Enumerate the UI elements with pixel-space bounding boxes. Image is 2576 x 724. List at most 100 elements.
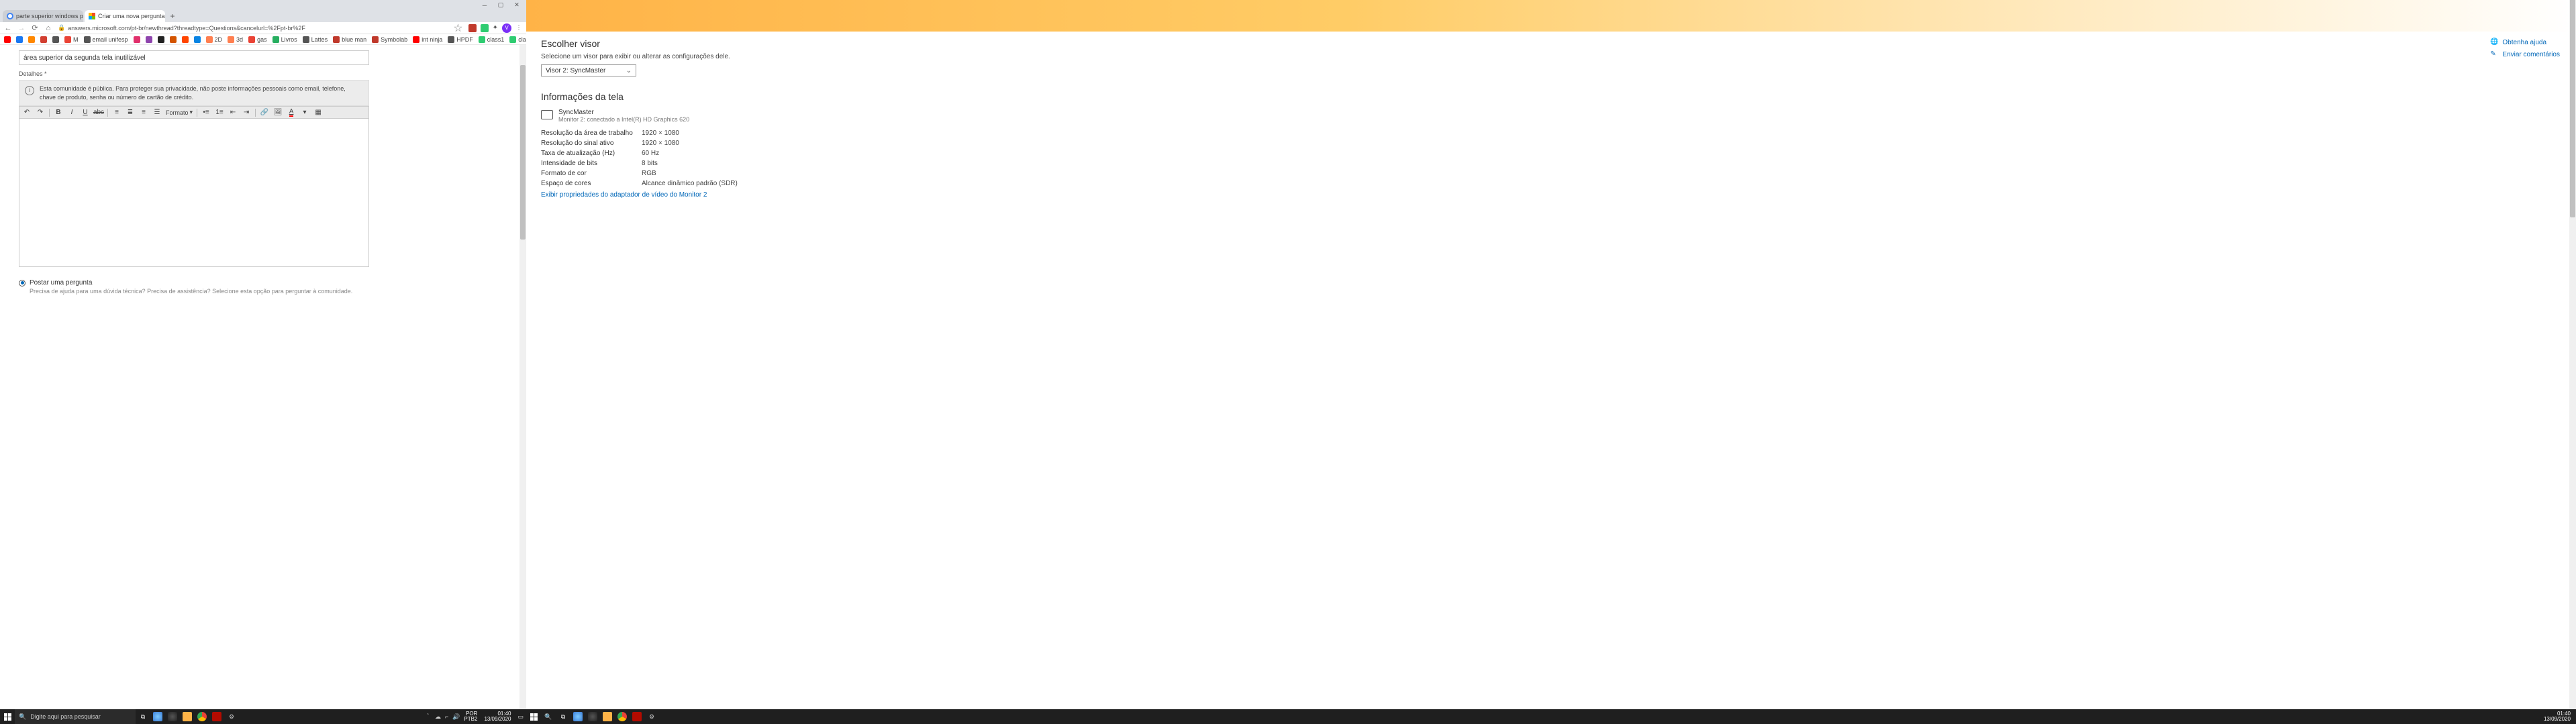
viewer-select[interactable]: Visor 2: SyncMaster ⌄ — [541, 64, 636, 76]
extensions-menu-icon[interactable]: ✦ — [493, 24, 498, 32]
tray-chevron-icon[interactable]: ＾ — [425, 713, 431, 721]
action-center-icon[interactable]: ▭ — [517, 713, 524, 721]
taskbar-clock[interactable]: 01:40 13/09/2020 — [2541, 711, 2573, 722]
taskbar-acrobat[interactable] — [630, 709, 644, 724]
bookmark-item[interactable] — [158, 36, 164, 43]
bookmark-item[interactable]: Lattes — [303, 36, 328, 43]
taskbar-app[interactable] — [585, 709, 600, 724]
bookmark-item[interactable]: HPDF — [448, 36, 473, 43]
bullet-list-button[interactable]: •≡ — [201, 108, 211, 117]
new-tab-button[interactable]: + — [166, 10, 179, 22]
task-view-button[interactable]: ⧉ — [136, 709, 150, 724]
justify-button[interactable]: ☰ — [152, 108, 162, 117]
taskbar-explorer[interactable] — [600, 709, 615, 724]
bookmark-item[interactable] — [52, 36, 59, 43]
bookmark-item[interactable] — [194, 36, 201, 43]
more-button[interactable]: ▾ — [300, 108, 309, 117]
bookmark-item[interactable] — [170, 36, 177, 43]
browser-tab-1[interactable]: Criar uma nova pergunta ou inic × — [85, 10, 165, 22]
taskbar-search-icon[interactable]: 🔍 — [541, 709, 556, 724]
taskbar-settings[interactable]: ⚙ — [644, 709, 659, 724]
bookmark-item[interactable] — [40, 36, 47, 43]
maximize-button[interactable]: ▢ — [493, 0, 509, 10]
taskbar-app[interactable] — [150, 709, 165, 724]
taskbar-app[interactable] — [571, 709, 585, 724]
bookmark-item[interactable]: email unifesp — [84, 36, 128, 43]
bookmark-item[interactable] — [134, 36, 140, 43]
bookmark-item[interactable] — [4, 36, 11, 43]
bookmark-item[interactable]: class1 — [479, 36, 505, 43]
wifi-icon[interactable]: ⌐ — [445, 713, 448, 720]
menu-icon[interactable]: ⋮ — [515, 24, 522, 32]
bookmark-item[interactable]: M — [64, 36, 79, 43]
bookmark-item[interactable] — [28, 36, 35, 43]
back-button[interactable]: ← — [4, 24, 12, 32]
number-list-button[interactable]: 1≡ — [215, 108, 224, 117]
taskbar-chrome[interactable] — [615, 709, 630, 724]
image-button[interactable]: 🖼 — [273, 108, 283, 117]
align-left-button[interactable]: ≡ — [112, 108, 121, 117]
italic-button[interactable]: I — [67, 108, 77, 117]
star-icon[interactable]: ☆ — [453, 21, 462, 35]
scrollbar-thumb[interactable] — [520, 65, 526, 240]
post-question-option[interactable]: Postar uma pergunta — [19, 279, 507, 287]
underline-button[interactable]: U — [81, 108, 90, 117]
kb-indicator[interactable]: PTB2 — [464, 717, 477, 722]
taskbar-settings[interactable]: ⚙ — [224, 709, 239, 724]
taskbar-app[interactable] — [165, 709, 180, 724]
bookmark-item[interactable]: blue man — [333, 36, 366, 43]
reload-button[interactable]: ⟳ — [31, 24, 39, 32]
taskbar-left: 🔍 Digite aqui para pesquisar ⧉ ⚙ ＾ ☁ ⌐ 🔊… — [0, 709, 526, 724]
vertical-scrollbar[interactable] — [519, 45, 526, 724]
taskbar-search[interactable]: 🔍 Digite aqui para pesquisar — [15, 709, 136, 724]
forward-button[interactable]: → — [17, 24, 26, 32]
taskbar-clock[interactable]: 01:40 13/09/2020 — [481, 711, 513, 722]
browser-tab-0[interactable]: parte superior windows preta - P × — [3, 10, 83, 22]
bookmark-item[interactable] — [16, 36, 23, 43]
home-button[interactable]: ⌂ — [44, 24, 52, 32]
volume-icon[interactable]: 🔊 — [452, 713, 460, 721]
outdent-button[interactable]: ⇤ — [228, 108, 238, 117]
strikethrough-button[interactable]: abc — [94, 108, 103, 117]
undo-button[interactable]: ↶ — [22, 108, 32, 117]
scrollbar-thumb[interactable] — [2570, 0, 2575, 217]
bookmark-item[interactable]: 3d — [228, 36, 243, 43]
align-center-button[interactable]: ≣ — [126, 108, 135, 117]
align-right-button[interactable]: ≡ — [139, 108, 148, 117]
bookmark-item[interactable]: 2D — [206, 36, 223, 43]
extension-icon[interactable] — [481, 24, 489, 32]
editor-textarea[interactable] — [19, 118, 369, 267]
start-button[interactable] — [526, 709, 541, 724]
radio-checked-icon[interactable] — [19, 280, 26, 287]
format-dropdown[interactable]: Formato▾ — [166, 109, 193, 116]
table-button[interactable]: ▦ — [313, 108, 323, 117]
profile-avatar[interactable]: V — [502, 23, 511, 33]
redo-button[interactable]: ↷ — [36, 108, 45, 117]
bookmark-item[interactable]: int ninja — [413, 36, 442, 43]
close-window-button[interactable]: ✕ — [509, 0, 525, 10]
indent-button[interactable]: ⇥ — [242, 108, 251, 117]
onedrive-icon[interactable]: ☁ — [435, 713, 441, 721]
taskbar-explorer[interactable] — [180, 709, 195, 724]
bookmark-item[interactable] — [146, 36, 152, 43]
start-button[interactable] — [0, 709, 15, 724]
bookmark-item[interactable]: gas — [248, 36, 267, 43]
extension-icon[interactable] — [468, 24, 477, 32]
address-bar[interactable]: 🔒 answers.microsoft.com/pt-br/newthread?… — [58, 24, 448, 32]
settings-scrollbar[interactable] — [2569, 0, 2576, 724]
get-help-link[interactable]: 🌐 Obtenha ajuda — [2490, 38, 2560, 46]
minimize-button[interactable]: ─ — [477, 0, 493, 10]
bookmark-item[interactable]: Livros — [273, 36, 297, 43]
info-row: Resolução da área de trabalho1920 × 1080 — [541, 128, 2561, 138]
taskbar-acrobat[interactable] — [209, 709, 224, 724]
font-color-button[interactable]: A — [287, 108, 296, 117]
send-feedback-link[interactable]: ✎ Enviar comentários — [2490, 50, 2560, 58]
task-view-button[interactable]: ⧉ — [556, 709, 571, 724]
adapter-properties-link[interactable]: Exibir propriedades do adaptador de víde… — [541, 191, 2561, 199]
taskbar-chrome[interactable] — [195, 709, 209, 724]
link-button[interactable]: 🔗 — [260, 108, 269, 117]
question-title-input[interactable] — [19, 50, 369, 65]
bold-button[interactable]: B — [54, 108, 63, 117]
bookmark-item[interactable]: Symbolab — [372, 36, 407, 43]
bookmark-item[interactable] — [182, 36, 189, 43]
